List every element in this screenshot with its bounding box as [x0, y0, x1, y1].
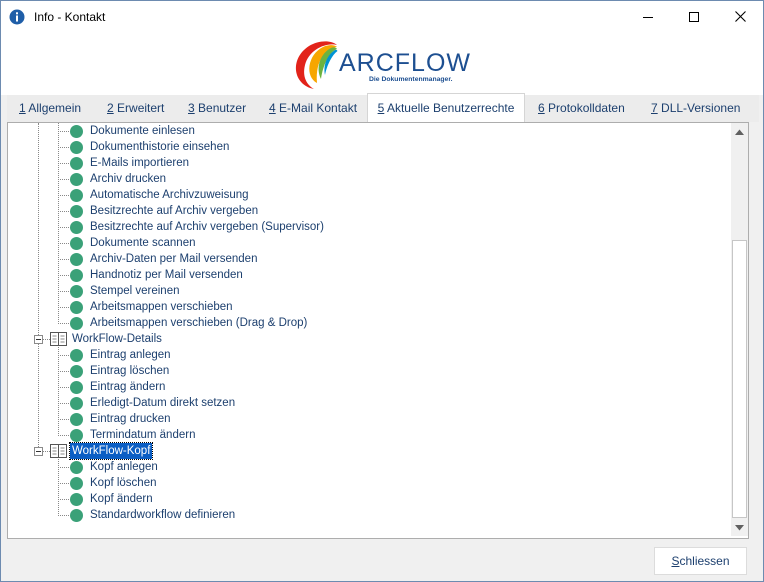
folder-label-selected: WorkFlow-Kopf	[68, 442, 154, 460]
tree-folder-workflow-details[interactable]: WorkFlow-Details	[8, 331, 308, 347]
granted-icon	[70, 157, 83, 170]
granted-icon	[70, 477, 83, 490]
minimize-icon	[643, 16, 653, 18]
scroll-up-button[interactable]	[731, 123, 748, 140]
folder-label: WorkFlow-Details	[72, 333, 162, 345]
granted-icon	[70, 221, 83, 234]
tree-item[interactable]: Eintrag anlegen	[90, 347, 171, 363]
tab-dll-versionen[interactable]: 7 DLL-Versionen	[651, 95, 740, 121]
tree-item[interactable]: Dokumenthistorie einsehen	[90, 139, 229, 155]
tab-aktuelle-benutzerrechte[interactable]: 5 Aktuelle Benutzerrechte	[367, 93, 525, 122]
title-bar[interactable]: Info - Kontakt	[1, 1, 763, 32]
tree-item[interactable]: Dokumente scannen	[90, 235, 195, 251]
granted-icon	[70, 205, 83, 218]
granted-icon	[70, 461, 83, 474]
tree-item[interactable]: Eintrag drucken	[90, 411, 171, 427]
granted-icon	[70, 429, 83, 442]
close-window-button[interactable]	[717, 1, 763, 32]
granted-icon	[70, 509, 83, 522]
granted-icon	[70, 237, 83, 250]
tree-item[interactable]: E-Mails importieren	[90, 155, 189, 171]
granted-icon	[70, 269, 83, 282]
tab-erweitert[interactable]: 2 Erweitert	[107, 95, 164, 121]
tab-protokolldaten[interactable]: 6 Protokolldaten	[538, 95, 625, 121]
rights-tree[interactable]: Dokumente einlesen Dokumenthistorie eins…	[8, 123, 731, 536]
tree-item[interactable]: Automatische Archivzuweisung	[90, 187, 249, 203]
granted-icon	[70, 189, 83, 202]
minimize-button[interactable]	[625, 1, 671, 32]
logo-banner: ARCFLOW Die Dokumentenmanager.	[1, 32, 763, 95]
book-icon	[50, 444, 67, 458]
arrow-down-icon	[735, 524, 744, 530]
granted-icon	[70, 493, 83, 506]
rights-tree-panel: Dokumente einlesen Dokumenthistorie eins…	[7, 122, 749, 539]
tree-item[interactable]: Besitzrechte auf Archiv vergeben	[90, 203, 258, 219]
tree-item[interactable]: Besitzrechte auf Archiv vergeben (Superv…	[90, 219, 324, 235]
tree-item[interactable]: Dokumente einlesen	[90, 123, 195, 139]
tree-guide-group1	[58, 123, 59, 324]
granted-icon	[70, 285, 83, 298]
vertical-scrollbar[interactable]	[731, 123, 748, 536]
tree-item[interactable]: Stempel vereinen	[90, 283, 180, 299]
tree-guide-details	[58, 347, 59, 436]
tree-item[interactable]: Arbeitsmappen verschieben	[90, 299, 233, 315]
collapse-icon[interactable]	[34, 447, 43, 456]
granted-icon	[70, 413, 83, 426]
tree-folder-workflow-kopf[interactable]: WorkFlow-Kopf	[8, 442, 308, 460]
granted-icon	[70, 381, 83, 394]
tree-item[interactable]: Kopf ändern	[90, 491, 153, 507]
tree-guide-root	[38, 123, 39, 453]
maximize-button[interactable]	[671, 1, 717, 32]
arrow-up-icon	[735, 129, 744, 135]
granted-icon	[70, 397, 83, 410]
dialog-window: Info - Kontakt ARCFLOW Die Dokumentenman…	[0, 0, 764, 582]
tree-item[interactable]: Archiv-Daten per Mail versenden	[90, 251, 257, 267]
tree-item[interactable]: Kopf anlegen	[90, 459, 158, 475]
close-icon	[734, 11, 746, 22]
tree-item[interactable]: Archiv drucken	[90, 171, 166, 187]
tab-bar: 1 Allgemein 2 Erweitert 3 Benutzer 4 E-M…	[7, 93, 759, 122]
tree-item[interactable]: Erledigt-Datum direkt setzen	[90, 395, 235, 411]
book-icon	[50, 332, 67, 346]
granted-icon	[70, 301, 83, 314]
tab-benutzer[interactable]: 3 Benutzer	[188, 95, 246, 121]
granted-icon	[70, 253, 83, 266]
maximize-icon	[689, 11, 699, 22]
tree-item[interactable]: Eintrag ändern	[90, 379, 165, 395]
granted-icon	[70, 349, 83, 362]
tab-allgemein[interactable]: 1 Allgemein	[19, 95, 81, 121]
granted-icon	[70, 141, 83, 154]
granted-icon	[70, 365, 83, 378]
scroll-thumb[interactable]	[732, 240, 747, 518]
window-title: Info - Kontakt	[34, 10, 106, 24]
granted-icon	[70, 173, 83, 186]
schliessen-button[interactable]: Schliessen	[654, 547, 747, 575]
arcflow-logo: ARCFLOW Die Dokumentenmanager.	[295, 41, 471, 89]
logo-tagline: Die Dokumentenmanager.	[369, 76, 453, 83]
tree-item[interactable]: Standardworkflow definieren	[90, 507, 235, 523]
collapse-icon[interactable]	[34, 335, 43, 344]
logo-wordmark: ARCFLOW	[339, 49, 471, 77]
tree-item[interactable]: Handnotiz per Mail versenden	[90, 267, 243, 283]
tree-item[interactable]: Kopf löschen	[90, 475, 157, 491]
tree-item[interactable]: Arbeitsmappen verschieben (Drag & Drop)	[90, 315, 307, 331]
granted-icon	[70, 317, 83, 330]
tree-item[interactable]: Eintrag löschen	[90, 363, 169, 379]
info-icon	[9, 9, 25, 25]
tree-item[interactable]: Termindatum ändern	[90, 427, 195, 443]
granted-icon	[70, 125, 83, 138]
tab-email-kontakt[interactable]: 4 E-Mail Kontakt	[269, 95, 357, 121]
scroll-down-button[interactable]	[731, 519, 748, 536]
